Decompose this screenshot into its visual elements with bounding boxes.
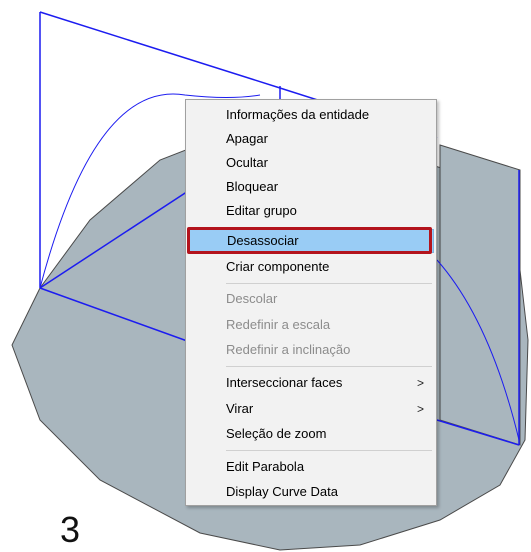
- menu-item-make-component[interactable]: Criar componente: [188, 255, 434, 279]
- menu-separator: [226, 283, 432, 284]
- menu-item-edit-parabola[interactable]: Edit Parabola: [188, 455, 434, 479]
- menu-separator: [226, 366, 432, 367]
- menu-item-label: Interseccionar faces: [226, 375, 343, 390]
- menu-item-erase[interactable]: Apagar: [188, 127, 434, 151]
- menu-item-intersect-faces[interactable]: Interseccionar faces >: [188, 371, 434, 395]
- menu-item-hide[interactable]: Ocultar: [188, 151, 434, 175]
- menu-item-reset-skew: Redefinir a inclinação: [226, 342, 351, 357]
- step-number-label: 3: [60, 509, 81, 550]
- menu-item-entity-info[interactable]: Informações da entidade: [188, 103, 434, 127]
- chevron-right-icon: >: [416, 376, 424, 390]
- menu-item-edit-group[interactable]: Editar grupo: [188, 199, 434, 223]
- menu-item-unglue: Descolar: [226, 291, 278, 306]
- menu-item-lock[interactable]: Bloquear: [188, 175, 434, 199]
- context-menu: Informações da entidade Apagar Ocultar B…: [185, 99, 437, 506]
- menu-separator: [226, 450, 432, 451]
- menu-item-flip[interactable]: Virar >: [188, 397, 434, 421]
- menu-item-zoom-selection[interactable]: Seleção de zoom: [188, 422, 434, 446]
- chevron-right-icon: >: [416, 402, 424, 416]
- selection-highlight-box: [187, 227, 432, 254]
- menu-item-label: Virar: [226, 401, 254, 416]
- menu-item-display-curve-data[interactable]: Display Curve Data: [188, 480, 434, 504]
- menu-item-reset-scale: Redefinir a escala: [226, 317, 331, 332]
